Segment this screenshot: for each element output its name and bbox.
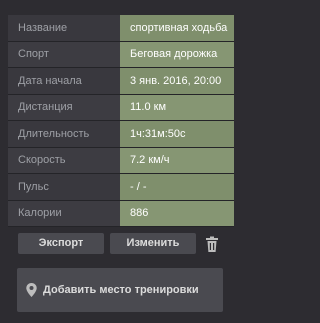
add-workout-location-label: Добавить место тренировки: [43, 284, 199, 296]
row-speed: Скорость 7.2 км/ч: [8, 147, 234, 174]
heart-rate-label: Пульс: [8, 173, 120, 201]
row-sport: Спорт Беговая дорожка: [8, 41, 234, 68]
export-button[interactable]: Экспорт: [18, 233, 104, 254]
row-start-date: Дата начала 3 янв. 2016, 20:00: [8, 67, 234, 95]
start-date-label: Дата начала: [8, 67, 120, 95]
sport-label: Спорт: [8, 41, 120, 68]
map-pin-icon: [26, 283, 37, 297]
speed-value: 7.2 км/ч: [120, 147, 234, 174]
distance-label: Дистанция: [8, 94, 120, 121]
workout-details-table: Название спортивная ходьба Спорт Беговая…: [8, 15, 234, 227]
row-calories: Калории 886: [8, 200, 234, 227]
row-duration: Длительность 1ч:31м:50с: [8, 120, 234, 148]
add-workout-location-button[interactable]: Добавить место тренировки: [17, 268, 223, 312]
heart-rate-value: - / -: [120, 173, 234, 201]
duration-label: Длительность: [8, 120, 120, 148]
trash-icon: [206, 236, 218, 252]
row-name: Название спортивная ходьба: [8, 15, 234, 42]
workout-details-panel: Название спортивная ходьба Спорт Беговая…: [0, 0, 241, 323]
row-distance: Дистанция 11.0 км: [8, 94, 234, 121]
name-label: Название: [8, 15, 120, 42]
duration-value: 1ч:31м:50с: [120, 120, 234, 148]
distance-value: 11.0 км: [120, 94, 234, 121]
start-date-value: 3 янв. 2016, 20:00: [120, 67, 234, 95]
speed-label: Скорость: [8, 147, 120, 174]
edit-button[interactable]: Изменить: [110, 233, 196, 254]
sport-value: Беговая дорожка: [120, 41, 234, 68]
calories-value: 886: [120, 200, 234, 227]
row-heart-rate: Пульс - / -: [8, 173, 234, 201]
delete-button[interactable]: [203, 235, 221, 253]
name-value: спортивная ходьба: [120, 15, 234, 42]
calories-label: Калории: [8, 200, 120, 227]
